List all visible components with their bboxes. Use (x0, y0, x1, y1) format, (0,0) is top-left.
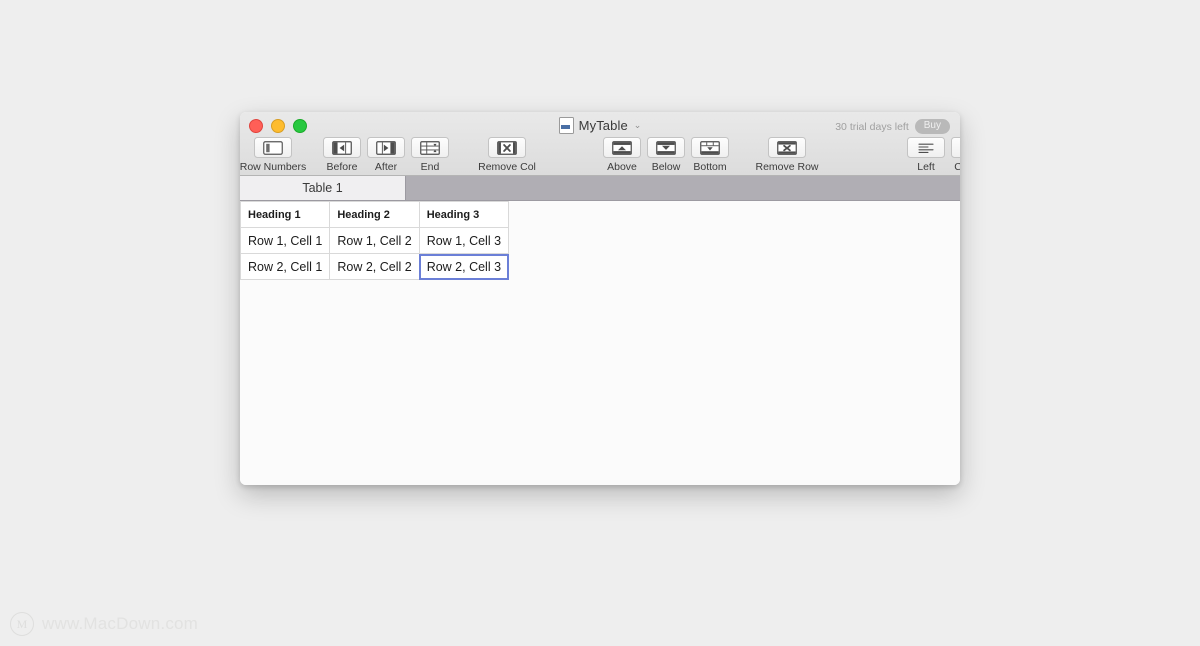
trial-days-label: 30 trial days left (835, 120, 909, 133)
data-table: Heading 1 Heading 2 Heading 3 Row 1, Cel… (240, 201, 510, 280)
table-cell[interactable]: Row 2, Cell 2 (329, 253, 420, 280)
toolbar-item-align-center[interactable]: Center (948, 137, 960, 173)
table-row: Row 1, Cell 1 Row 1, Cell 2 Row 1, Cell … (240, 227, 510, 254)
toolbar-group-columns: Before After End Remove Col (320, 137, 540, 173)
toolbar-item-align-left[interactable]: Left (904, 137, 948, 173)
insert-column-end-icon (420, 140, 440, 155)
remove-row-button[interactable] (768, 137, 806, 158)
app-window: MyTable ⌄ 30 trial days left Buy Row Num… (240, 112, 960, 485)
toolbar-item-after[interactable]: After (364, 137, 408, 173)
macdown-logo-icon: M (10, 612, 34, 636)
maximize-button[interactable] (293, 119, 307, 133)
watermark: M www.MacDown.com (10, 612, 198, 636)
insert-row-above-button[interactable] (603, 137, 641, 158)
insert-column-after-button[interactable] (367, 137, 405, 158)
column-header[interactable]: Heading 3 (418, 201, 510, 228)
toolbar-label: Center (954, 161, 960, 173)
toolbar-label: Before (326, 161, 358, 173)
table-header-row: Heading 1 Heading 2 Heading 3 (240, 201, 510, 228)
toolbar-label: After (374, 161, 398, 173)
tab-label: Table 1 (302, 181, 343, 195)
table-cell[interactable]: Row 1, Cell 1 (240, 227, 331, 254)
align-left-button[interactable] (907, 137, 945, 158)
toolbar-label: Above (607, 161, 637, 173)
align-center-button[interactable] (951, 137, 960, 158)
table-cell[interactable]: Row 1, Cell 2 (329, 227, 420, 254)
window-title: MyTable (578, 118, 628, 133)
insert-row-bottom-button[interactable] (691, 137, 729, 158)
insert-column-after-icon (376, 140, 396, 155)
toolbar-item-remove-col[interactable]: Remove Col (474, 137, 540, 173)
column-header[interactable]: Heading 2 (329, 201, 420, 228)
insert-column-before-icon (332, 140, 352, 155)
remove-column-button[interactable] (488, 137, 526, 158)
table-content-area: Heading 1 Heading 2 Heading 3 Row 1, Cel… (240, 201, 960, 485)
toolbar-label: Left (917, 161, 935, 173)
tab-bar: Table 1 (240, 176, 960, 201)
buy-button[interactable]: Buy (914, 119, 950, 134)
table-cell-selected[interactable]: Row 2, Cell 3 (418, 253, 510, 280)
insert-column-end-button[interactable] (411, 137, 449, 158)
watermark-text: www.MacDown.com (42, 614, 199, 633)
minimize-button[interactable] (271, 119, 285, 133)
toolbar-item-bottom[interactable]: Bottom (688, 137, 732, 173)
toolbar-item-end[interactable]: End (408, 137, 452, 173)
remove-row-icon (777, 140, 797, 155)
insert-row-bottom-icon (700, 140, 720, 155)
tab-table-1[interactable]: Table 1 (240, 176, 406, 200)
toolbar-label: Remove Col (478, 161, 536, 173)
toolbar-group-rows: Above Below Bottom Remove Row (600, 137, 820, 173)
column-header[interactable]: Heading 1 (240, 201, 331, 228)
align-left-icon (918, 143, 934, 153)
toolbar-label: Row Numbers (240, 161, 307, 173)
insert-row-below-icon (656, 140, 676, 155)
window-controls (249, 119, 307, 133)
insert-row-above-icon (612, 140, 632, 155)
toolbar-label: Below (651, 161, 681, 173)
insert-column-before-button[interactable] (323, 137, 361, 158)
toolbar-group-view: Row Numbers (240, 137, 306, 173)
titlebar-toolbar: MyTable ⌄ 30 trial days left Buy Row Num… (240, 112, 960, 176)
document-icon (558, 117, 574, 134)
sidebar-icon (263, 140, 283, 155)
chevron-down-icon[interactable]: ⌄ (634, 120, 642, 131)
insert-row-below-button[interactable] (647, 137, 685, 158)
table-row: Row 2, Cell 1 Row 2, Cell 2 Row 2, Cell … (240, 253, 510, 280)
toolbar-item-below[interactable]: Below (644, 137, 688, 173)
toolbar-item-before[interactable]: Before (320, 137, 364, 173)
toolbar-item-above[interactable]: Above (600, 137, 644, 173)
trial-status-group: 30 trial days left Buy (835, 119, 950, 134)
toolbar-item-remove-row[interactable]: Remove Row (754, 137, 820, 173)
toolbar-group-alignment: Left Center (904, 137, 960, 173)
toolbar: Row Numbers Before After End Remove Col … (240, 137, 960, 175)
toolbar-label: End (420, 161, 440, 173)
table-cell[interactable]: Row 2, Cell 1 (240, 253, 331, 280)
remove-column-icon (497, 140, 517, 155)
table-cell[interactable]: Row 1, Cell 3 (418, 227, 510, 254)
toolbar-item-row-numbers[interactable]: Row Numbers (240, 137, 306, 173)
toolbar-label: Bottom (693, 161, 727, 173)
toolbar-label: Remove Row (755, 161, 819, 173)
close-button[interactable] (249, 119, 263, 133)
row-numbers-button[interactable] (254, 137, 292, 158)
